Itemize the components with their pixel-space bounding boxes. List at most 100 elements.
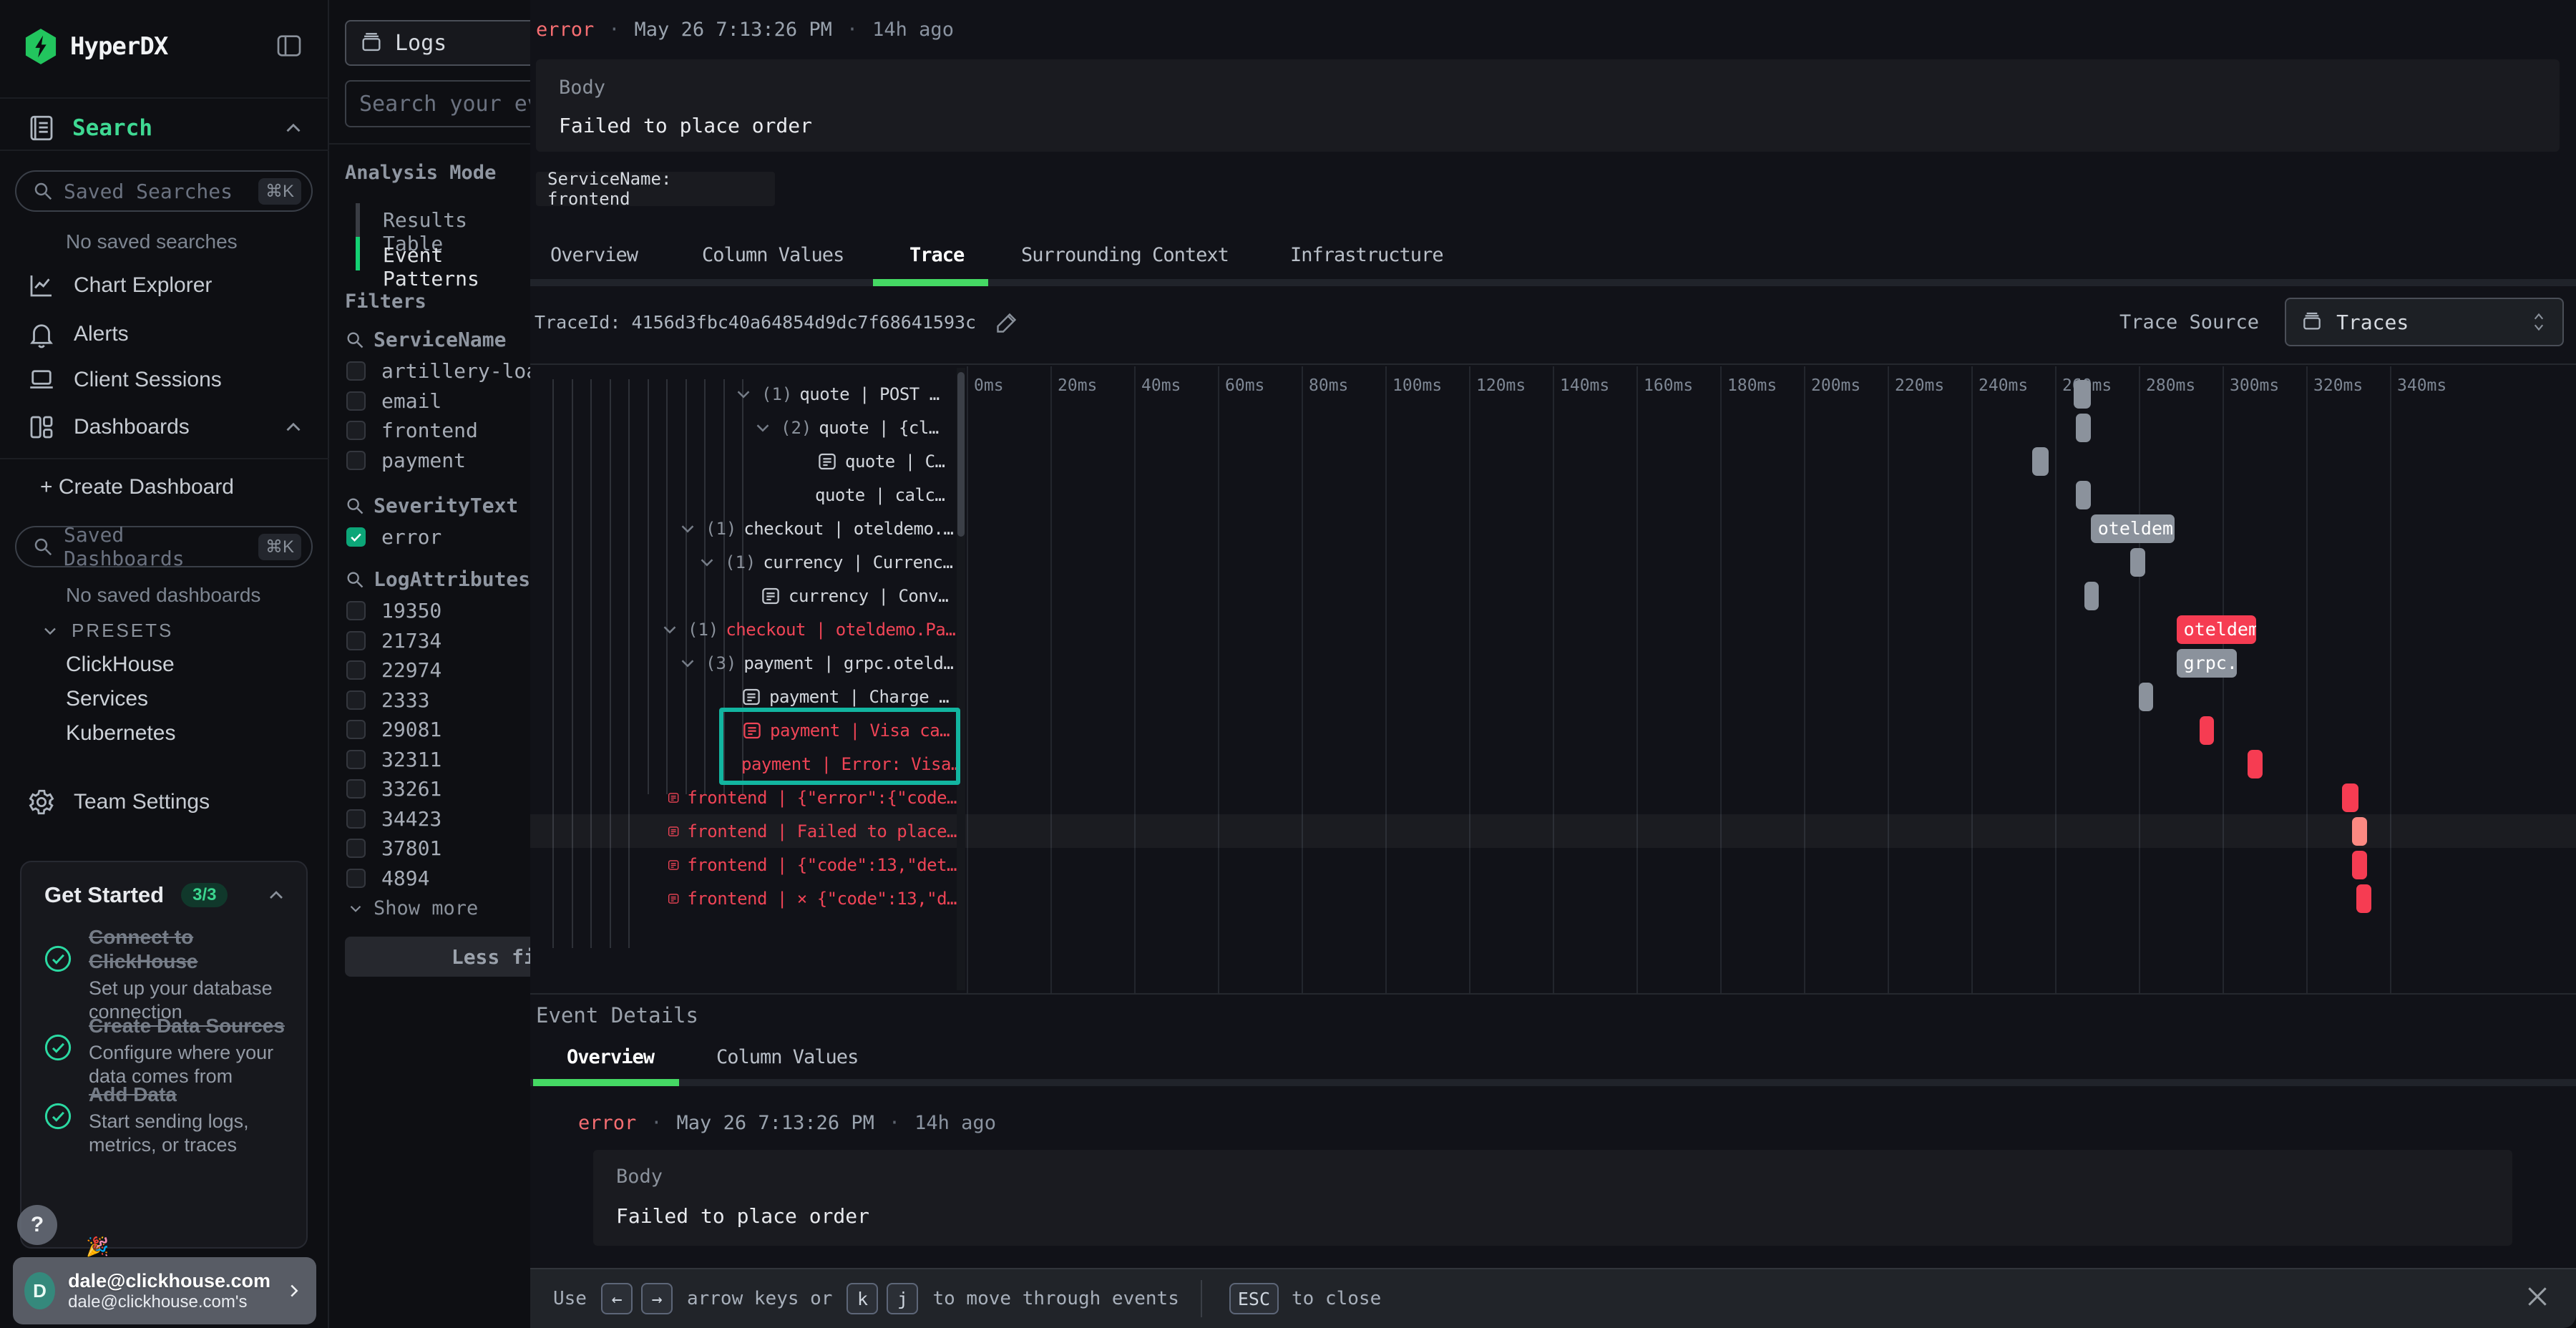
span-bar[interactable]: oteldem <box>2091 514 2175 543</box>
span-row[interactable]: quote | calc… <box>815 478 957 512</box>
ed-tab-overview[interactable]: Overview <box>567 1046 654 1068</box>
checkbox[interactable] <box>346 660 366 680</box>
span-bar[interactable] <box>2074 380 2090 409</box>
show-more-button[interactable]: Show more <box>346 897 478 919</box>
trace-source-select[interactable]: Traces <box>2285 298 2564 346</box>
checkbox[interactable] <box>346 361 366 381</box>
tab-trace[interactable]: Trace <box>909 244 964 266</box>
filter-option-22974[interactable]: 22974 <box>346 658 441 682</box>
create-dashboard-button[interactable]: + Create Dashboard <box>40 475 234 499</box>
chevron-down-icon[interactable] <box>752 417 774 439</box>
service-name-chip[interactable]: ServiceName: frontend <box>536 172 775 206</box>
span-row[interactable]: frontend | {"code":13,"det… <box>667 848 957 882</box>
span-bar[interactable] <box>2356 884 2371 913</box>
sidebar-item-team-settings[interactable]: Team Settings <box>26 787 210 817</box>
span-bar[interactable] <box>2084 582 2099 610</box>
edit-pencil-icon[interactable] <box>995 309 1020 335</box>
span-bar[interactable] <box>2032 447 2049 476</box>
checkbox[interactable] <box>346 601 366 620</box>
span-row[interactable]: (1)currency | Currenc… <box>696 545 957 579</box>
ed-tab-column-values[interactable]: Column Values <box>716 1046 858 1068</box>
sidebar-collapse-icon[interactable] <box>275 31 303 60</box>
span-row[interactable]: frontend | ⨯ {"code":13,"d… <box>667 882 957 915</box>
span-bar[interactable] <box>2352 817 2366 846</box>
span-row[interactable]: quote | C… <box>816 444 957 478</box>
filter-option-artillery-loa[interactable]: artillery-loa <box>346 359 530 383</box>
checkbox[interactable] <box>346 839 366 858</box>
saved-searches-input[interactable]: Saved Searches ⌘K <box>15 170 313 212</box>
get-started-item[interactable]: Add DataStart sending logs, metrics, or … <box>43 1083 293 1157</box>
span-row[interactable]: (2)quote | {cl… <box>752 411 957 444</box>
get-started-item[interactable]: Create Data SourcesConfigure where your … <box>43 1014 293 1088</box>
filter-option-34423[interactable]: 34423 <box>346 807 441 831</box>
span-bar[interactable] <box>2342 783 2358 812</box>
chevron-down-icon[interactable] <box>677 653 698 674</box>
span-row[interactable]: (3)payment | grpc.oteld… <box>677 646 957 680</box>
event-search-input[interactable]: Search your ev <box>345 80 530 127</box>
checkbox[interactable] <box>346 421 366 440</box>
chevron-down-icon[interactable] <box>677 518 698 540</box>
span-bar[interactable] <box>2076 481 2090 509</box>
sidebar-item-client-sessions[interactable]: Client Sessions <box>26 365 306 395</box>
span-bar[interactable] <box>2248 750 2262 778</box>
span-row[interactable]: (1)quote | POST … <box>733 377 957 411</box>
help-button[interactable]: ? <box>17 1205 57 1245</box>
span-bar[interactable] <box>2076 414 2090 442</box>
span-bar[interactable] <box>2352 851 2366 879</box>
sidebar-item-chart-explorer[interactable]: Chart Explorer <box>26 270 306 301</box>
span-bar[interactable] <box>2200 716 2214 745</box>
presets-toggle[interactable]: PRESETS <box>40 620 173 642</box>
span-row[interactable]: (1)checkout | oteldemo.Pa… <box>659 612 957 646</box>
mode-event-patterns[interactable]: Event Patterns <box>383 243 530 290</box>
checkbox[interactable] <box>346 869 366 888</box>
checkbox[interactable] <box>346 391 366 411</box>
checkbox-checked[interactable] <box>346 527 366 547</box>
span-row[interactable]: (1)checkout | oteldemo.… <box>677 512 957 545</box>
chevron-down-icon[interactable] <box>696 552 718 573</box>
checkbox[interactable] <box>346 779 366 799</box>
filter-option-email[interactable]: email <box>346 389 441 413</box>
span-bar[interactable]: grpc.o <box>2177 649 2238 678</box>
checkbox[interactable] <box>346 690 366 710</box>
checkbox[interactable] <box>346 720 366 739</box>
source-select[interactable]: Logs <box>345 20 530 66</box>
filter-option-payment[interactable]: payment <box>346 449 466 472</box>
preset-kubernetes[interactable]: Kubernetes <box>66 721 175 746</box>
filter-option-2333[interactable]: 2333 <box>346 688 429 712</box>
span-bar[interactable] <box>2130 548 2145 577</box>
chevron-down-icon[interactable] <box>733 384 754 405</box>
tab-column-values[interactable]: Column Values <box>702 244 844 266</box>
filter-option-4894[interactable]: 4894 <box>346 866 429 890</box>
checkbox[interactable] <box>346 451 366 470</box>
preset-clickhouse[interactable]: ClickHouse <box>66 653 175 677</box>
sidebar-item-alerts[interactable]: Alerts <box>26 319 306 349</box>
tab-surrounding-context[interactable]: Surrounding Context <box>1021 244 1229 266</box>
user-menu[interactable]: D dale@clickhouse.com dale@clickhouse.co… <box>13 1257 316 1324</box>
span-bar[interactable]: oteldem <box>2177 615 2256 644</box>
filter-option-21734[interactable]: 21734 <box>346 629 441 653</box>
filter-option-error[interactable]: error <box>346 525 441 549</box>
span-row[interactable]: frontend | Failed to place… <box>667 814 957 848</box>
close-icon[interactable] <box>2523 1282 2552 1311</box>
span-row[interactable]: frontend | {"error":{"code… <box>667 781 957 814</box>
filter-option-32311[interactable]: 32311 <box>346 748 441 771</box>
get-started-header[interactable]: Get Started 3/3 <box>44 882 288 908</box>
checkbox[interactable] <box>346 631 366 650</box>
filter-option-19350[interactable]: 19350 <box>346 599 441 622</box>
filter-option-frontend[interactable]: frontend <box>346 419 478 442</box>
checkbox[interactable] <box>346 809 366 829</box>
logo[interactable]: HyperDX <box>24 29 167 64</box>
sidebar-section-search[interactable]: Search <box>26 113 306 143</box>
filter-option-37801[interactable]: 37801 <box>346 836 441 860</box>
filter-option-29081[interactable]: 29081 <box>346 718 441 741</box>
less-filters-button[interactable]: Less filters <box>345 937 530 977</box>
waterfall-scrollbar-thumb[interactable] <box>957 372 965 537</box>
saved-dashboards-input[interactable]: Saved Dashboards ⌘K <box>15 526 313 567</box>
sidebar-item-dashboards[interactable]: Dashboards <box>26 412 306 442</box>
span-row[interactable]: currency | Conv… <box>760 579 957 612</box>
tab-infrastructure[interactable]: Infrastructure <box>1290 244 1443 266</box>
span-bar[interactable] <box>2139 683 2153 711</box>
checkbox[interactable] <box>346 750 366 769</box>
chevron-down-icon[interactable] <box>659 619 680 640</box>
tab-overview[interactable]: Overview <box>550 244 638 266</box>
